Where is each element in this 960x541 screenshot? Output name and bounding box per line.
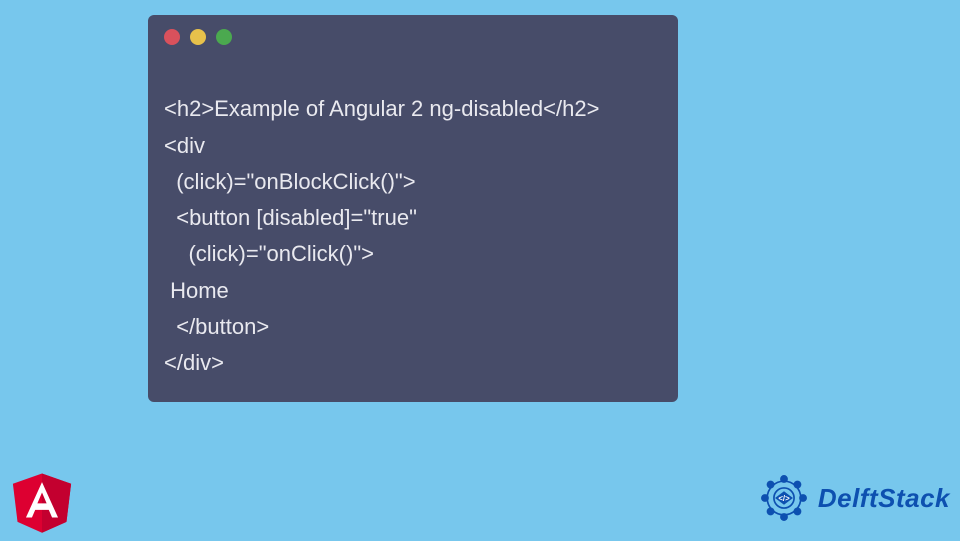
- window-titlebar: [148, 15, 678, 55]
- code-body: <h2>Example of Angular 2 ng-disabled</h2…: [148, 55, 678, 388]
- code-line: Home: [164, 278, 229, 303]
- code-line: </div>: [164, 350, 224, 375]
- code-line: <div: [164, 133, 205, 158]
- delftstack-label: DelftStack: [818, 483, 950, 514]
- code-line: (click)="onClick()">: [164, 241, 374, 266]
- minimize-icon: [190, 29, 206, 45]
- code-line: (click)="onBlockClick()">: [164, 169, 416, 194]
- maximize-icon: [216, 29, 232, 45]
- code-window: <h2>Example of Angular 2 ng-disabled</h2…: [148, 15, 678, 402]
- delftstack-icon: </>: [756, 470, 812, 526]
- angular-logo-icon: [8, 468, 76, 536]
- close-icon: [164, 29, 180, 45]
- code-line: <h2>Example of Angular 2 ng-disabled</h2…: [164, 96, 599, 121]
- delftstack-brand: </> DelftStack: [756, 470, 950, 526]
- code-line: </button>: [164, 314, 269, 339]
- code-line: <button [disabled]="true": [164, 205, 417, 230]
- svg-text:</>: </>: [778, 494, 790, 503]
